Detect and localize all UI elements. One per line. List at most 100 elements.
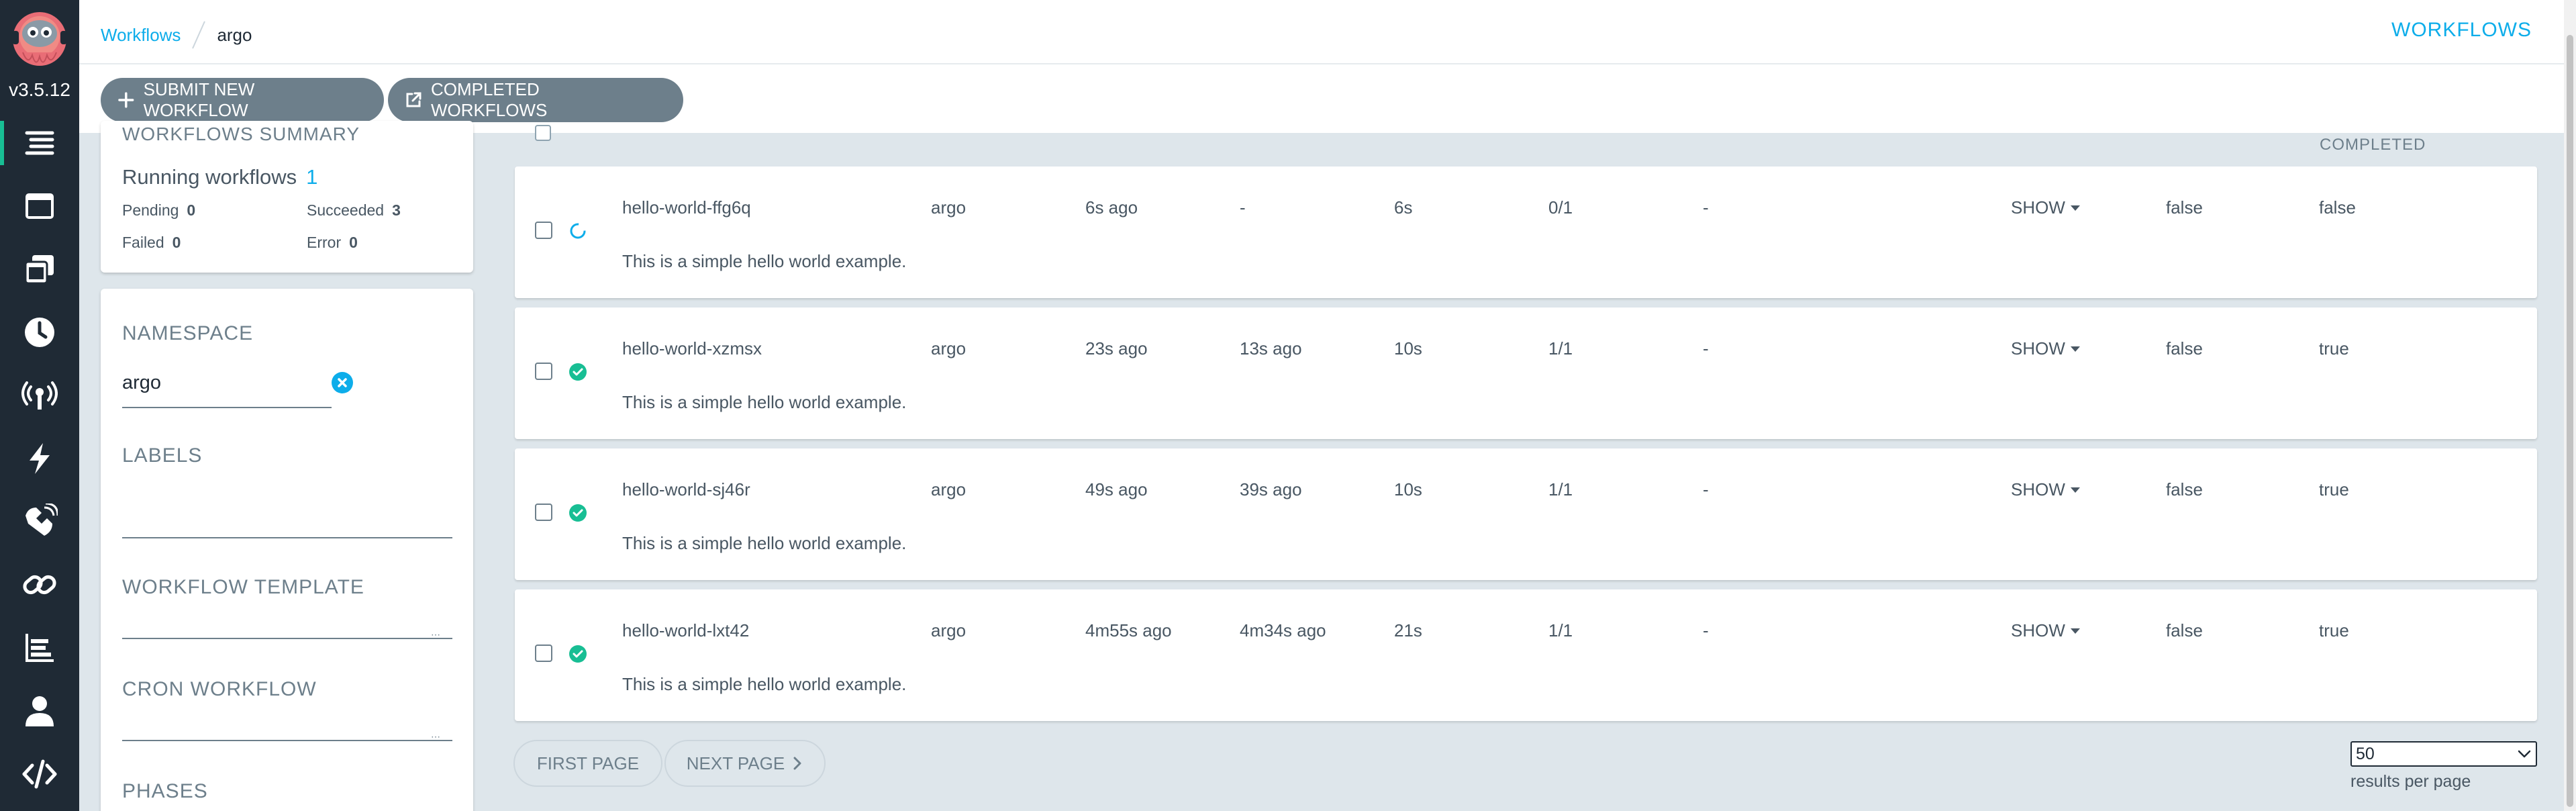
workflow-template-input[interactable] [122,638,452,639]
workflow-finished: - [1240,197,1246,218]
breadcrumb-workflows-link[interactable]: Workflows [101,25,181,46]
summary-succeeded: Succeeded 3 [307,201,401,220]
event-flow-icon [26,504,58,536]
workflow-started: 4m55s ago [1085,620,1172,640]
workflow-finished: 39s ago [1240,479,1302,499]
next-page-button[interactable]: NEXT PAGE [664,740,826,787]
namespace-input[interactable]: argo [122,372,161,394]
page-title: WORKFLOWS [2391,19,2532,41]
reports-icon [26,634,54,662]
nav-event-flow[interactable] [0,490,79,553]
workflow-progress: 1/1 [1548,620,1573,640]
workflow-duration: 10s [1394,338,1422,359]
page-scrollbar-thumb[interactable] [2567,35,2573,807]
workflow-row[interactable]: hello-world-ffg6q argo 6s ago - 6s 0/1 -… [515,166,2537,298]
cron-workflow-input[interactable] [122,740,452,741]
nav-links[interactable] [0,553,79,616]
workflow-message: - [1703,197,1709,218]
plus-icon [118,92,134,108]
page-scrollbar[interactable] [2564,0,2576,811]
workflow-archived: false [2166,197,2203,218]
details-show-label: SHOW [2011,620,2065,640]
nav-event-sources[interactable] [0,364,79,427]
succeeded-status-icon [569,645,587,663]
summary-title: WORKFLOWS SUMMARY [122,124,360,144]
workflow-duration: 6s [1394,197,1413,218]
workflow-name[interactable]: hello-world-sj46r [622,479,750,500]
row-checkbox[interactable] [535,363,552,380]
submit-new-workflow-button[interactable]: SUBMIT NEW WORKFLOW [101,78,384,122]
workflow-started: 6s ago [1085,197,1138,218]
succeeded-status-icon [569,363,587,381]
pending-count: 0 [187,201,196,219]
running-workflows-label: Running workflows [122,165,297,189]
breadcrumb: Workflows argo [101,20,252,50]
submit-new-workflow-label: SUBMIT NEW WORKFLOW [143,79,255,120]
nav-cluster-templates[interactable] [0,238,79,301]
details-show-toggle[interactable]: SHOW [2011,197,2081,218]
details-show-label: SHOW [2011,197,2065,218]
row-checkbox[interactable] [535,222,552,239]
links-icon [23,575,56,595]
nav-sensors[interactable] [0,427,79,490]
nav-reports[interactable] [0,616,79,679]
user-icon [26,696,54,726]
workflow-namespace: argo [931,197,967,218]
workflow-duration: 10s [1394,479,1422,499]
running-workflows-count[interactable]: 1 [306,165,317,189]
nav-workflow-templates[interactable] [0,175,79,238]
chevron-down-icon [2518,750,2531,758]
nav-workflows[interactable] [0,111,79,175]
workflow-description: This is a simple hello world example. [622,251,907,271]
workflow-row[interactable]: hello-world-xzmsx argo 23s ago 13s ago 1… [515,307,2537,439]
row-checkbox[interactable] [535,645,552,662]
select-all-checkbox[interactable] [535,125,551,141]
sensors-icon [30,443,50,474]
caret-down-icon [2070,628,2080,634]
completed-column-header: COMPLETED [2320,136,2426,154]
details-show-toggle[interactable]: SHOW [2011,338,2081,359]
workflow-template-resize-grip[interactable]: ⋯ [431,630,448,639]
workflow-row[interactable]: hello-world-lxt42 argo 4m55s ago 4m34s a… [515,589,2537,721]
workflow-templates-icon [26,193,54,219]
workflow-name[interactable]: hello-world-ffg6q [622,197,751,218]
workflow-description: This is a simple hello world example. [622,533,907,553]
cron-workflow-resize-grip[interactable]: ⋯ [431,732,448,741]
side-nav: v3.5.12 [0,0,79,811]
nav-user[interactable] [0,679,79,743]
labels-input[interactable] [122,537,452,538]
completed-workflows-label: COMPLETED WORKFLOWS [430,79,548,120]
row-checkbox[interactable] [535,504,552,521]
workflow-row[interactable]: hello-world-sj46r argo 49s ago 39s ago 1… [515,448,2537,580]
workflow-completed: true [2319,620,2349,640]
workflow-namespace: argo [931,338,967,359]
event-sources-icon [21,381,58,410]
cron-workflows-icon [25,318,54,347]
results-per-page-value: 50 [2356,744,2375,763]
workflow-message: - [1703,620,1709,640]
workflows-icon [25,131,54,155]
running-workflows: Running workflows 1 [122,165,317,189]
next-page-label: NEXT PAGE [686,753,785,773]
nav-cron-workflows[interactable] [0,301,79,364]
completed-workflows-button[interactable]: COMPLETED WORKFLOWS [388,78,683,122]
summary-pending: Pending 0 [122,201,195,220]
namespace-label: NAMESPACE [122,322,254,344]
details-show-toggle[interactable]: SHOW [2011,479,2081,500]
workflow-finished: 13s ago [1240,338,1302,359]
first-page-button[interactable]: FIRST PAGE [513,740,662,787]
workflow-started: 49s ago [1085,479,1148,499]
error-count: 0 [349,234,358,251]
nav-api-docs[interactable] [0,743,79,806]
workflow-finished: 4m34s ago [1240,620,1326,640]
failed-label: Failed [122,234,164,251]
namespace-clear-icon[interactable] [332,372,353,393]
workflow-name[interactable]: hello-world-xzmsx [622,338,762,359]
workflow-description: This is a simple hello world example. [622,392,907,412]
workflow-progress: 1/1 [1548,479,1573,499]
results-per-page-select[interactable]: 50 [2350,741,2537,767]
workflow-name[interactable]: hello-world-lxt42 [622,620,749,641]
details-show-toggle[interactable]: SHOW [2011,620,2081,641]
workflow-description: This is a simple hello world example. [622,674,907,694]
caret-down-icon [2070,205,2080,211]
